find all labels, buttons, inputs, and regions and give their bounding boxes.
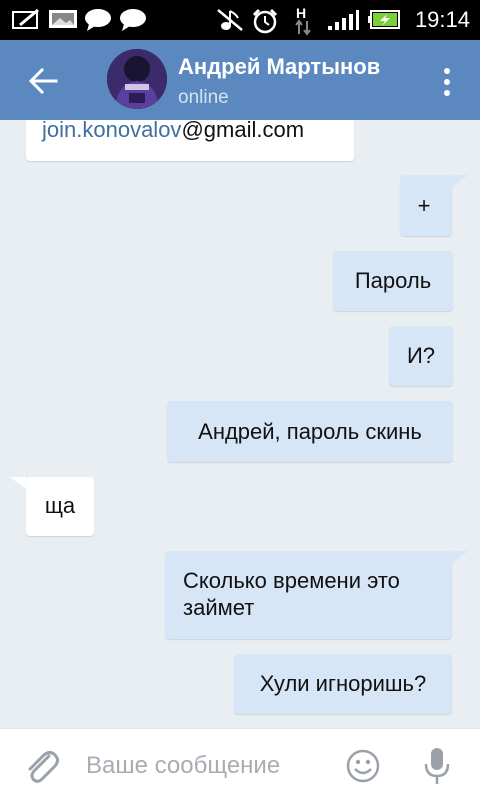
contact-name: Андрей Мартынов bbox=[178, 54, 381, 79]
battery-charging-icon bbox=[368, 10, 400, 29]
message-text-line: Сколько времени это bbox=[183, 568, 400, 593]
message-text: Пароль bbox=[354, 268, 432, 293]
contact-status: online bbox=[178, 87, 229, 108]
message-outgoing[interactable]: И? bbox=[389, 326, 453, 386]
arrow-left-icon[interactable] bbox=[26, 64, 60, 98]
image-icon bbox=[49, 10, 77, 28]
message-outgoing[interactable]: + bbox=[400, 175, 452, 236]
bubble-tail bbox=[452, 551, 468, 563]
message-text-line: займет bbox=[183, 595, 255, 620]
muted-icon bbox=[217, 9, 243, 31]
message-outgoing[interactable]: Хули игноришь? bbox=[234, 654, 452, 714]
message-text: @gmail.com bbox=[181, 120, 305, 142]
bubble-tail bbox=[452, 175, 468, 187]
message-outgoing[interactable]: Андрей, пароль скинь bbox=[167, 401, 453, 462]
alarm-icon bbox=[252, 8, 278, 34]
message-text: ща bbox=[44, 493, 76, 518]
chat-bubble-icon bbox=[120, 9, 146, 31]
microphone-icon[interactable] bbox=[423, 746, 451, 786]
clock: 19:14 bbox=[414, 7, 470, 32]
message-text: Хули игноришь? bbox=[259, 671, 427, 696]
message-incoming[interactable]: ща bbox=[26, 477, 94, 536]
chat-header: Андрей Мартынов online bbox=[0, 40, 480, 120]
smiley-icon[interactable] bbox=[346, 749, 380, 783]
message-text: Андрей, пароль скинь bbox=[198, 419, 422, 444]
chat-bubble-icon bbox=[85, 9, 111, 31]
edit-note-icon bbox=[12, 8, 39, 29]
more-vertical-icon[interactable] bbox=[436, 64, 458, 100]
message-list[interactable]: join.konovalov@gmail.com + Пароль И? Анд… bbox=[0, 120, 480, 728]
message-input[interactable] bbox=[86, 749, 326, 783]
message-outgoing[interactable]: Сколько времени это займет bbox=[165, 551, 452, 639]
message-text: + bbox=[417, 193, 431, 218]
bubble-tail bbox=[10, 477, 26, 489]
message-composer bbox=[0, 728, 480, 801]
signal-icon bbox=[328, 10, 359, 30]
network-h-icon: H bbox=[295, 5, 311, 36]
status-bar: H 19:14 bbox=[0, 0, 480, 40]
avatar[interactable] bbox=[107, 49, 167, 109]
message-outgoing[interactable]: Пароль bbox=[333, 251, 453, 311]
email-link[interactable]: join.konovalov bbox=[42, 120, 181, 142]
svg-text:H: H bbox=[296, 5, 306, 21]
paperclip-icon[interactable] bbox=[24, 747, 60, 785]
message-incoming[interactable]: join.konovalov@gmail.com bbox=[26, 120, 354, 161]
message-text: И? bbox=[406, 343, 436, 368]
